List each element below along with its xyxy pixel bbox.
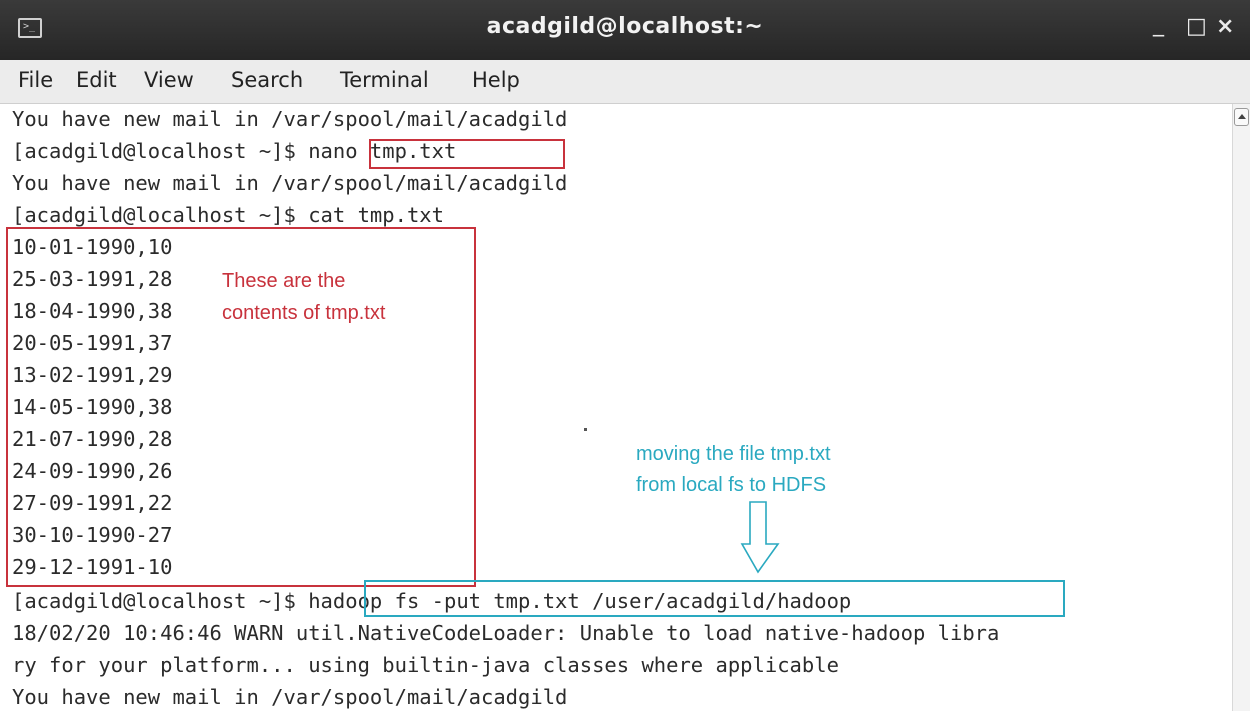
down-arrow-icon <box>740 501 780 574</box>
terminal-line: You have new mail in /var/spool/mail/aca… <box>12 171 568 195</box>
menu-search[interactable]: Search <box>231 68 303 92</box>
close-button[interactable]: × <box>1216 14 1234 39</box>
terminal-line: 29-12-1991-10 <box>12 555 173 579</box>
contents-note-line1: These are the <box>222 270 346 292</box>
terminal-line: 13-02-1991,29 <box>12 363 173 387</box>
terminal-line: 20-05-1991,37 <box>12 331 173 355</box>
terminal-line: 18-04-1990,38 <box>12 299 173 323</box>
menu-terminal[interactable]: Terminal <box>340 68 429 92</box>
vertical-scrollbar[interactable] <box>1232 104 1250 711</box>
terminal-line: You have new mail in /var/spool/mail/aca… <box>12 107 568 131</box>
menu-bar: File Edit View Search Terminal Help <box>0 60 1250 104</box>
contents-note-line2: contents of tmp.txt <box>222 302 386 324</box>
terminal-line: 10-01-1990,10 <box>12 235 173 259</box>
minimize-button[interactable]: _ <box>1153 12 1164 37</box>
terminal-line: [acadgild@localhost ~]$ nano tmp.txt <box>12 139 457 163</box>
stray-dot <box>584 428 587 431</box>
terminal-line: [acadgild@localhost ~]$ cat tmp.txt <box>12 203 444 227</box>
scroll-up-arrow-icon[interactable] <box>1234 108 1249 126</box>
terminal-line: ry for your platform... using builtin-ja… <box>12 653 839 677</box>
terminal-line: 30-10-1990-27 <box>12 523 173 547</box>
menu-file[interactable]: File <box>18 68 53 92</box>
window-title: acadgild@localhost:~ <box>486 14 764 39</box>
menu-view[interactable]: View <box>144 68 194 92</box>
terminal-line: 18/02/20 10:46:46 WARN util.NativeCodeLo… <box>12 621 1000 645</box>
terminal-line: 21-07-1990,28 <box>12 427 173 451</box>
terminal-line: You have new mail in /var/spool/mail/aca… <box>12 685 568 709</box>
terminal-line: 24-09-1990,26 <box>12 459 173 483</box>
title-bar: >_ acadgild@localhost:~ _ □ × <box>0 0 1250 60</box>
maximize-button[interactable]: □ <box>1186 14 1207 39</box>
terminal-line: 14-05-1990,38 <box>12 395 173 419</box>
move-note-line1: moving the file tmp.txt <box>636 443 831 465</box>
terminal-output[interactable]: You have new mail in /var/spool/mail/aca… <box>0 104 1232 711</box>
menu-help[interactable]: Help <box>472 68 520 92</box>
terminal-line: 27-09-1991,22 <box>12 491 173 515</box>
menu-edit[interactable]: Edit <box>76 68 117 92</box>
terminal-line: 25-03-1991,28 <box>12 267 173 291</box>
move-note-line2: from local fs to HDFS <box>636 474 827 496</box>
terminal-line: [acadgild@localhost ~]$ hadoop fs -put t… <box>12 589 852 613</box>
